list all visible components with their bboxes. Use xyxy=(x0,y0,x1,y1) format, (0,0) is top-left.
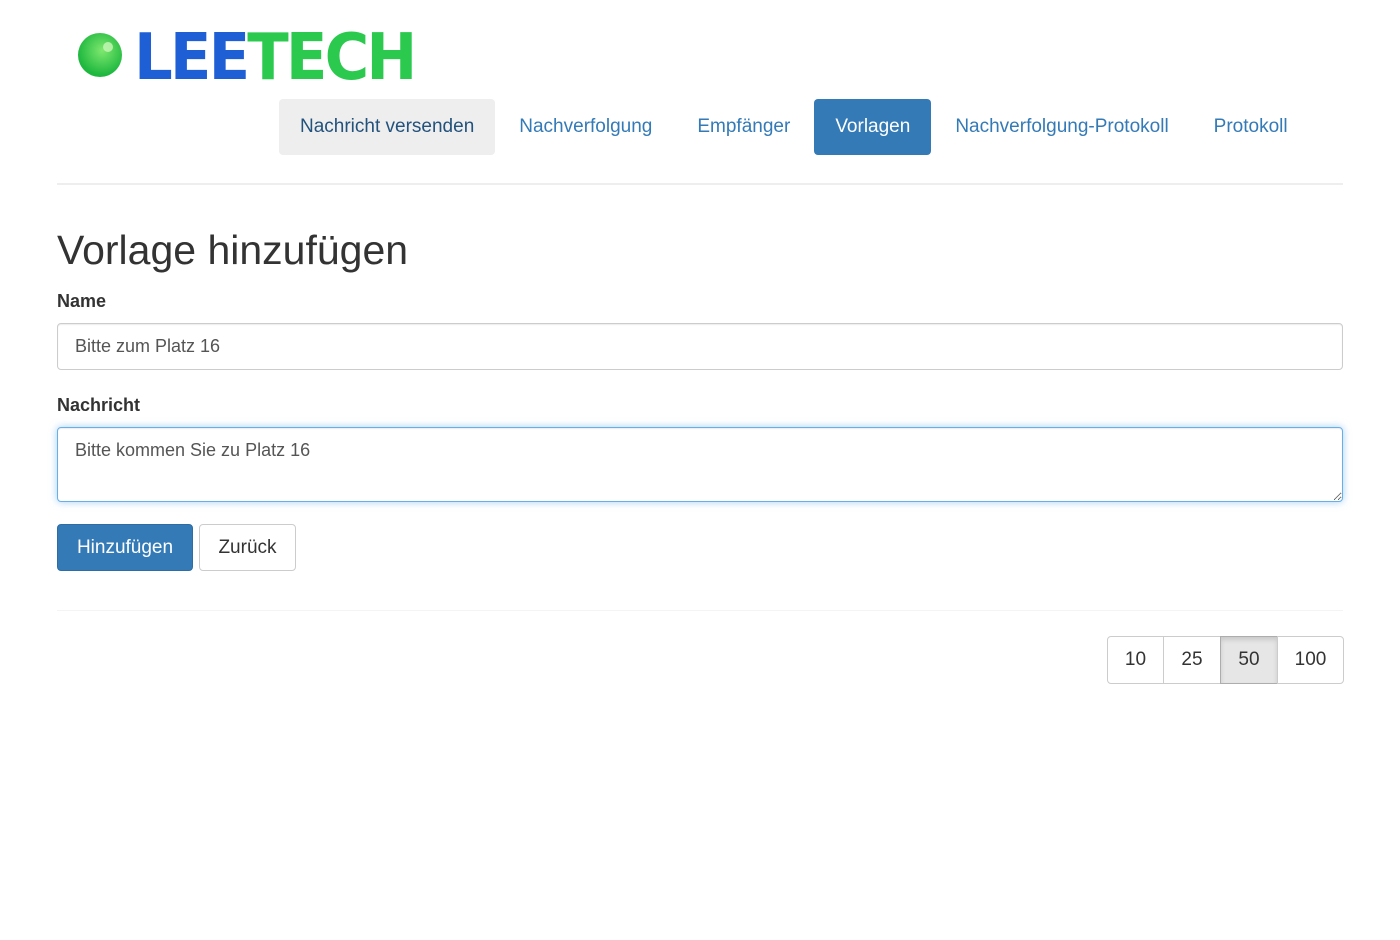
page-size-10-button[interactable]: 10 xyxy=(1107,636,1164,684)
nav-item-protokoll[interactable]: Protokoll xyxy=(1193,99,1309,155)
logo-text-lee: LEE xyxy=(134,21,250,95)
name-label: Name xyxy=(57,291,107,311)
name-input[interactable] xyxy=(57,323,1343,370)
logo-wordmark: LEE TECH xyxy=(134,21,417,95)
page-size-25-button[interactable]: 25 xyxy=(1163,636,1221,684)
page: LEE TECH Nachricht versenden Nachverfolg… xyxy=(0,0,1400,940)
main-nav: Nachricht versenden Nachverfolgung Empfä… xyxy=(279,99,1312,155)
nav-item-empfaenger[interactable]: Empfänger xyxy=(676,99,811,155)
nav-item-vorlagen[interactable]: Vorlagen xyxy=(814,99,932,155)
message-label: Nachricht xyxy=(57,395,141,415)
back-button[interactable]: Zurück xyxy=(199,524,296,571)
page-size-group: 10 25 50 100 xyxy=(1107,636,1344,684)
leetech-logo[interactable]: LEE TECH xyxy=(58,22,429,94)
page-title: Vorlage hinzufügen xyxy=(57,227,409,273)
nav-item-nachverfolgung-protokoll[interactable]: Nachverfolgung-Protokoll xyxy=(934,99,1189,155)
nav-item-nachverfolgung[interactable]: Nachverfolgung xyxy=(498,99,673,155)
nav-item-nachricht-versenden[interactable]: Nachricht versenden xyxy=(279,99,496,155)
message-textarea[interactable]: Bitte kommen Sie zu Platz 16 xyxy=(57,427,1343,502)
page-size-100-button[interactable]: 100 xyxy=(1277,636,1344,684)
content-divider xyxy=(57,610,1343,611)
add-button[interactable]: Hinzufügen xyxy=(57,524,193,571)
globe-icon xyxy=(72,29,122,86)
page-size-50-button[interactable]: 50 xyxy=(1220,636,1278,684)
header-divider xyxy=(57,183,1343,185)
logo-text-tech: TECH xyxy=(247,21,417,95)
